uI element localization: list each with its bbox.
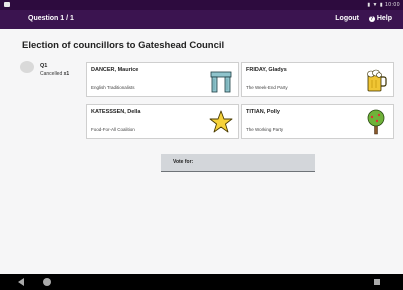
stonehenge-icon [210, 71, 232, 93]
star-icon [209, 110, 233, 133]
candidate-name: FRIDAY, Gladys [246, 67, 287, 73]
candidate-party: Food-For-All Coalition [91, 127, 135, 132]
candidate-card-friday[interactable]: FRIDAY, Gladys The Week-End Party [241, 62, 394, 97]
candidate-name: DANCER, Maurice [91, 67, 139, 73]
cancelled-count: Cancelled x1 [40, 71, 69, 77]
home-icon[interactable] [43, 278, 51, 286]
back-icon[interactable] [18, 278, 24, 286]
candidate-name: KATESSSEN, Della [91, 109, 141, 115]
candidate-name: TITIAN, Polly [246, 109, 280, 115]
help-button[interactable]: ? Help [368, 15, 392, 22]
page-title: Election of councillors to Gateshead Cou… [22, 40, 225, 51]
recent-apps-icon[interactable] [374, 279, 380, 285]
candidate-party: The Working Party [246, 127, 284, 132]
avatar [20, 61, 34, 73]
cancelled-label: Cancelled [40, 71, 63, 77]
status-indicators: ▮ ▼ ▮ 10:00 [367, 2, 400, 8]
candidate-party: The Week-End Party [246, 85, 288, 90]
status-bar: ▮ ▼ ▮ 10:00 [0, 0, 403, 10]
vote-for-field[interactable]: Vote for: [161, 154, 315, 172]
app-header: Question 1 / 1 Logout ? Help [0, 10, 403, 29]
logout-link[interactable]: Logout [335, 15, 359, 22]
candidate-card-katesssen[interactable]: KATESSSEN, Della Food-For-All Coalition [86, 104, 239, 139]
question-label: Q1 [40, 63, 48, 69]
help-label: Help [376, 15, 392, 22]
tree-icon [367, 109, 385, 135]
candidate-party: English Traditionalists [91, 85, 135, 90]
notification-icon [4, 2, 10, 7]
android-nav-bar [0, 274, 403, 290]
question-counter: Question 1 / 1 [28, 15, 74, 22]
candidate-card-titian[interactable]: TITIAN, Polly The Working Party [241, 104, 394, 139]
cancelled-value: x1 [63, 71, 70, 77]
candidate-card-dancer[interactable]: DANCER, Maurice English Traditionalists [86, 62, 239, 97]
beer-mug-icon [367, 69, 387, 92]
help-icon: ? [368, 16, 375, 22]
vote-for-label: Vote for: [173, 159, 194, 165]
